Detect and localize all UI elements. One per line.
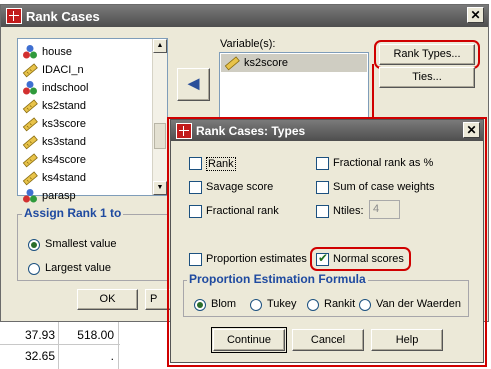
variable-name: ks3score [42,118,87,130]
move-variable-button[interactable]: ◄ [177,68,210,101]
savage-score-checkbox[interactable] [189,181,202,194]
largest-value-radio[interactable] [28,263,40,275]
rankit-label[interactable]: Rankit [324,298,355,310]
sheet-cell[interactable]: 37.93 [0,328,55,342]
rank-types-dialog: Rank Cases: Types ✕ Rank Fractional rank… [170,119,484,363]
rank-types-titlebar[interactable]: Rank Cases: Types ✕ [171,120,483,141]
types-close-button[interactable]: ✕ [463,122,480,138]
nominal-icon [23,81,37,95]
rankit-radio[interactable] [307,299,319,311]
variable-name: IDACI_n [42,64,84,76]
selected-variable-label: ks2score [244,57,289,69]
variable-name: ks2stand [42,100,87,112]
dialog-title: Rank Cases [26,9,100,24]
close-button[interactable]: ✕ [467,7,484,23]
variable-name: ks3stand [42,136,87,148]
fractional-rank-pct-label[interactable]: Fractional rank as % [333,157,433,169]
sheet-cell[interactable]: 518.00 [60,328,114,342]
variable-name: ks4score [42,154,87,166]
ntiles-input[interactable]: 4 [369,200,400,219]
blom-radio[interactable] [194,299,206,311]
paste-button-label: P [150,293,158,305]
variable-name: ks4stand [42,172,87,184]
scroll-down-icon[interactable]: ▼ [153,181,167,195]
variable-name: indschool [42,82,89,94]
cancel-button[interactable]: Cancel [292,329,364,351]
rank-types-button-label: Rank Types... [393,48,461,60]
types-dialog-title: Rank Cases: Types [196,124,306,138]
spss-app-icon [176,123,192,139]
fractional-rank-label[interactable]: Fractional rank [206,205,279,217]
fractional-rank-checkbox[interactable] [189,205,202,218]
selected-variable-row[interactable]: ks2score [221,54,367,72]
variable-list-scrollbar[interactable]: ▲ ▼ [152,39,167,195]
ties-button[interactable]: Ties... [379,67,475,88]
target-variable-list[interactable]: ks2score [219,52,369,124]
variables-label: Variable(s): [220,38,276,50]
highlight-connector [372,64,374,120]
sum-case-weights-checkbox[interactable] [316,181,329,194]
assign-rank-title: Assign Rank 1 to [22,206,124,220]
nominal-icon [23,189,37,203]
help-button-label: Help [395,334,419,346]
proportion-estimation-group: Proportion Estimation Formula Blom Tukey… [183,272,469,317]
help-button[interactable]: Help [371,329,443,351]
assign-rank-group: Assign Rank 1 to Smallest value Largest … [17,206,168,281]
sheet-cell[interactable]: . [60,349,114,363]
normal-scores-label[interactable]: Normal scores [333,253,404,265]
scroll-up-icon[interactable]: ▲ [153,39,167,53]
rank-label[interactable]: Rank [206,157,236,171]
default-button-border [211,327,287,353]
left-arrow-icon: ◄ [183,73,204,95]
van-der-waerden-radio[interactable] [359,299,371,311]
variable-name: house [42,46,72,58]
rank-types-button[interactable]: Rank Types... [379,44,475,65]
scale-icon [22,135,38,150]
scale-icon [22,117,38,132]
grid-line [0,344,120,345]
normal-scores-checkbox[interactable] [316,251,329,266]
ties-button-label: Ties... [412,71,442,83]
sheet-cell[interactable]: 32.65 [0,349,55,363]
sum-case-weights-label[interactable]: Sum of case weights [333,181,435,193]
scale-icon [22,63,38,78]
tukey-label[interactable]: Tukey [267,298,297,310]
nominal-icon [23,45,37,59]
van-der-waerden-label[interactable]: Van der Waerden [376,298,461,310]
fractional-rank-pct-checkbox[interactable] [316,157,329,170]
largest-value-label[interactable]: Largest value [45,262,111,274]
blom-label[interactable]: Blom [211,298,236,310]
proportion-estimates-checkbox[interactable] [189,253,202,266]
scale-icon [22,153,38,168]
savage-score-label[interactable]: Savage score [206,181,273,193]
ntiles-label[interactable]: Ntiles: [333,205,364,217]
rank-cases-titlebar[interactable]: Rank Cases ✕ [1,5,488,27]
tukey-radio[interactable] [250,299,262,311]
ntiles-checkbox[interactable] [316,205,329,218]
smallest-value-radio[interactable] [28,239,40,251]
rank-checkbox[interactable] [189,157,202,170]
scale-icon [22,171,38,186]
variable-name: parasp [42,190,76,202]
scroll-thumb[interactable] [154,123,166,149]
proportion-estimation-title: Proportion Estimation Formula [187,272,368,286]
scale-icon [224,56,240,71]
cancel-button-label: Cancel [310,334,346,346]
ok-button-label: OK [99,293,116,305]
source-variable-list[interactable]: house IDACI_n indschool ks2stand ks3score ks3… [17,38,168,203]
scale-icon [22,99,38,114]
smallest-value-label[interactable]: Smallest value [45,238,117,250]
spss-app-icon [6,8,22,24]
ok-button[interactable]: OK [77,289,138,310]
proportion-estimates-label[interactable]: Proportion estimates [206,253,307,265]
